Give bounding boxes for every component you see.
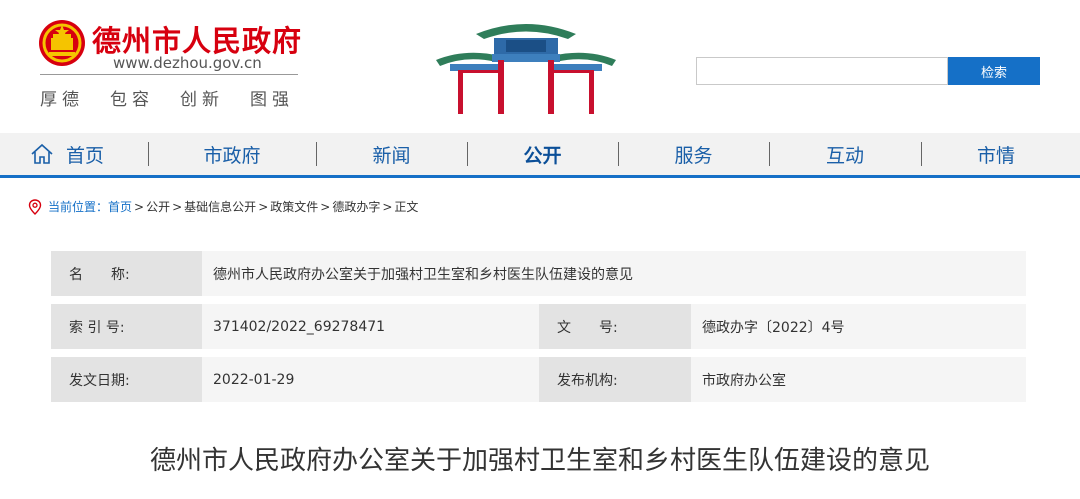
breadcrumb-link-home[interactable]: 首页	[108, 198, 132, 215]
breadcrumb-separator: >	[258, 199, 269, 214]
name-value: 德州市人民政府办公室关于加强村卫生室和乡村医生队伍建设的意见	[202, 251, 1026, 296]
slogan: 厚德 包容 创新 图强	[40, 85, 294, 110]
nav-item-label: 首页	[65, 144, 104, 167]
nav-item-news[interactable]: 新闻	[317, 133, 466, 175]
breadcrumb: 当前位置： 首页 > 公开 > 基础信息公开 > 政策文件 > 德政办字 > 正…	[28, 198, 418, 215]
nav-item-label: 市政府	[203, 144, 261, 167]
breadcrumb-link-basic-info[interactable]: 基础信息公开	[184, 198, 256, 215]
breadcrumb-prefix: 当前位置：	[48, 200, 109, 214]
nav-item-interaction[interactable]: 互动	[770, 133, 920, 175]
nav-item-label: 公开	[523, 144, 562, 167]
slogan-word: 图强	[250, 90, 294, 110]
nav-item-services[interactable]: 服务	[619, 133, 768, 175]
date-value: 2022-01-29	[202, 357, 539, 402]
nav-item-city-government[interactable]: 市政府	[149, 133, 315, 175]
date-label: 发文日期:	[51, 357, 202, 402]
nav-item-label: 新闻	[372, 144, 411, 167]
home-icon	[31, 143, 53, 164]
location-pin-icon	[28, 198, 42, 215]
article-title: 德州市人民政府办公室关于加强村卫生室和乡村医生队伍建设的意见	[149, 446, 930, 476]
issuer-label: 发布机构:	[539, 357, 691, 402]
breadcrumb-separator: >	[382, 199, 393, 214]
nav-item-city-info[interactable]: 市情	[922, 133, 1070, 175]
breadcrumb-separator: >	[134, 199, 145, 214]
site-header: 德州市人民政府 www.dezhou.gov.cn 厚德 包容 创新 图强 检索	[0, 0, 1080, 133]
nav-item-label: 市情	[976, 144, 1015, 167]
index-label: 索 引 号:	[51, 304, 202, 349]
main-nav: 首页 市政府 新闻 公开 服务 互动 市情	[0, 133, 1080, 178]
breadcrumb-current: 正文	[394, 200, 419, 214]
breadcrumb-separator: >	[172, 199, 183, 214]
nav-item-home[interactable]: 首页	[12, 133, 122, 175]
doc-number-label: 文 号:	[539, 304, 691, 349]
info-row-date: 发文日期: 2022-01-29 发布机构: 市政府办公室	[51, 357, 1026, 402]
info-row-name: 名 称: 德州市人民政府办公室关于加强村卫生室和乡村医生队伍建设的意见	[51, 251, 1026, 296]
slogan-word: 创新	[180, 90, 224, 110]
index-value: 371402/2022_69278471	[202, 304, 539, 349]
breadcrumb-link-dezhengbanzi[interactable]: 德政办字	[332, 198, 380, 215]
doc-number-value: 德政办字〔2022〕4号	[691, 304, 1026, 349]
site-url: www.dezhou.gov.cn	[113, 54, 262, 72]
breadcrumb-separator: >	[320, 199, 331, 214]
info-row-index: 索 引 号: 371402/2022_69278471 文 号: 德政办字〔20…	[51, 304, 1026, 349]
name-label: 名 称:	[51, 251, 202, 296]
slogan-word: 厚德	[40, 90, 84, 110]
national-emblem-icon	[39, 20, 85, 66]
title-divider	[40, 74, 298, 75]
nav-item-label: 互动	[825, 144, 864, 167]
breadcrumb-link-policy-docs[interactable]: 政策文件	[270, 198, 318, 215]
issuer-value: 市政府办公室	[691, 357, 1026, 402]
breadcrumb-link-public[interactable]: 公开	[146, 198, 170, 215]
slogan-word: 包容	[110, 90, 154, 110]
search-button[interactable]: 检索	[948, 57, 1040, 85]
search-input[interactable]	[696, 57, 948, 85]
nav-item-public[interactable]: 公开	[468, 133, 617, 175]
memorial-archway-image	[436, 24, 616, 114]
nav-item-label: 服务	[674, 144, 713, 167]
